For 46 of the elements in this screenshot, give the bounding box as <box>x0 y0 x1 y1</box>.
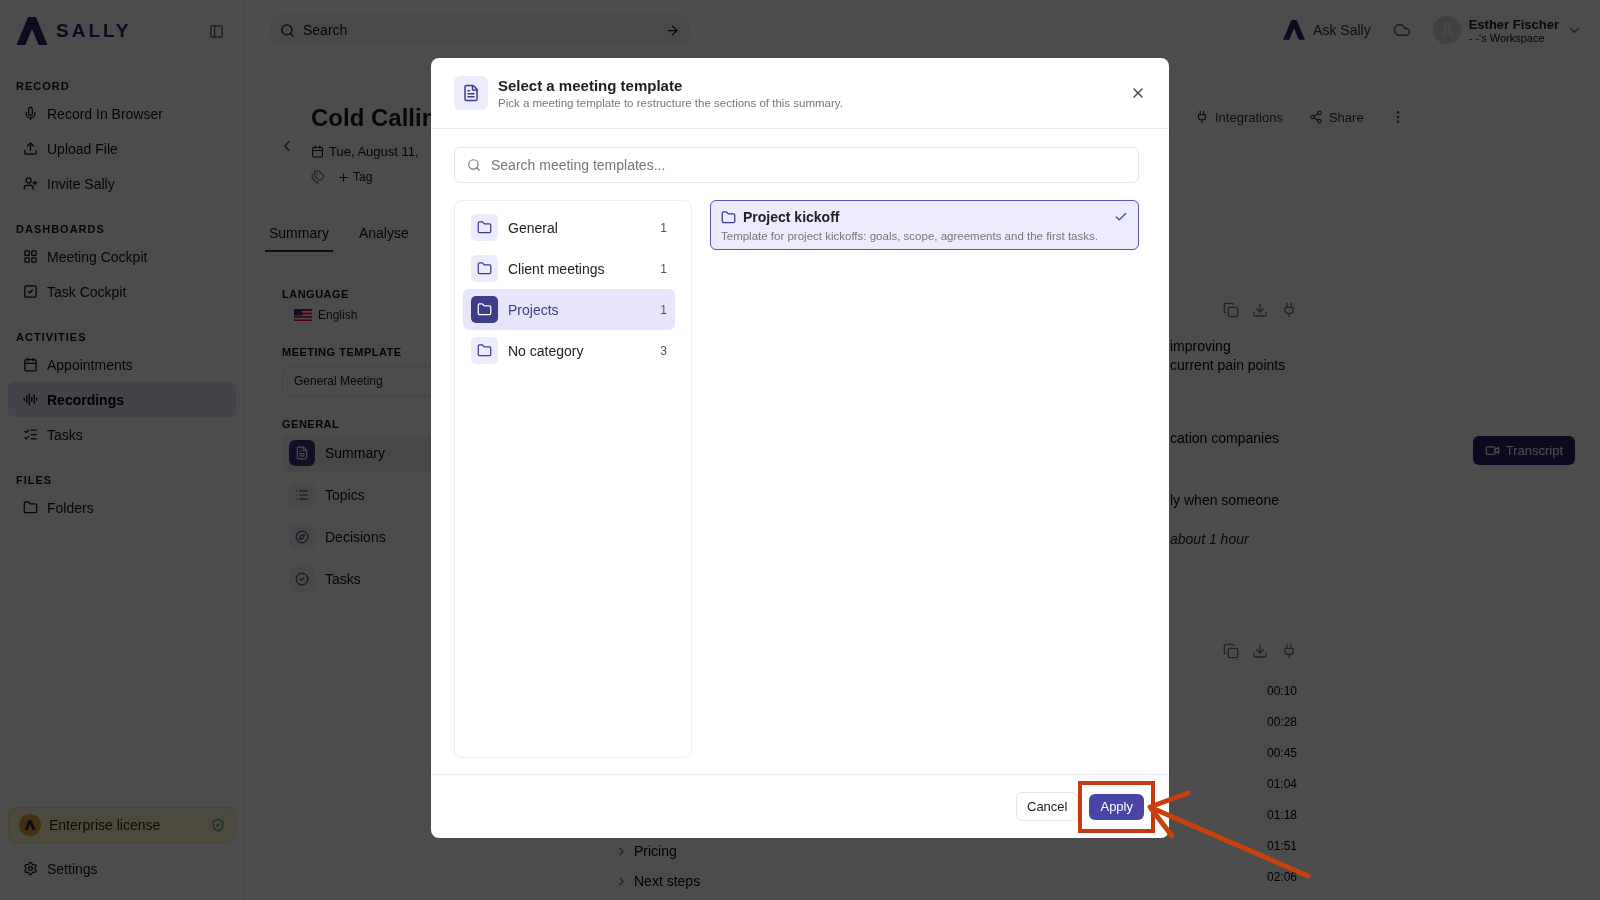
check-icon <box>1114 210 1128 224</box>
category-count: 1 <box>660 220 667 235</box>
license-label: Enterprise license <box>49 817 162 833</box>
category-count: 1 <box>660 261 667 276</box>
dialog-title: Select a meeting template <box>498 77 684 94</box>
category-item[interactable]: Client meetings 1 <box>463 248 675 289</box>
folder-icon <box>471 255 498 282</box>
language-value[interactable]: English <box>318 308 358 322</box>
search-icon <box>467 158 481 172</box>
field-label: GENERAL <box>282 418 340 430</box>
user-name: Esther Fischer <box>1468 16 1559 32</box>
field-label: LANGUAGE <box>282 288 349 300</box>
folder-icon <box>721 209 736 225</box>
category-name: Projects <box>508 301 560 318</box>
section-heading: FILES <box>16 474 53 486</box>
category-count: 3 <box>660 343 667 358</box>
summary-text: about 1 hour <box>1170 530 1250 549</box>
meeting-date: Tue, August 11, <box>329 143 419 159</box>
template-name: Project kickoff <box>743 209 841 225</box>
category-item[interactable]: Projects 1 <box>463 289 675 330</box>
summary-text: current pain points <box>1170 356 1287 375</box>
folder-icon <box>471 337 498 364</box>
template-search-field[interactable]: Search meeting templates... <box>454 147 1139 183</box>
category-name: Client meetings <box>508 260 606 277</box>
category-count: 1 <box>660 302 667 317</box>
workspace-name: - -'s Workspace <box>1468 31 1546 44</box>
section-heading: RECORD <box>16 80 70 92</box>
apply-button[interactable]: Apply <box>1089 793 1144 820</box>
logo-text: SALLY <box>56 20 132 42</box>
cancel-button[interactable]: Cancel <box>1016 792 1079 821</box>
folder-icon <box>471 296 498 323</box>
field-label: MEETING TEMPLATE <box>282 346 402 358</box>
category-item[interactable]: General 1 <box>463 207 675 248</box>
template-card[interactable]: Project kickoff Template for project kickoffs: goals, scope, agreements and the first tasks. <box>710 200 1139 250</box>
section-heading: DASHBOARDS <box>16 223 105 235</box>
section-heading: ACTIVITIES <box>16 331 87 343</box>
summary-text: improving <box>1170 337 1232 356</box>
dialog-subtitle: Pick a meeting template to restructure the sections of this summary. <box>498 97 844 109</box>
category-name: General <box>508 219 559 236</box>
document-icon <box>454 76 488 110</box>
summary-text: ly when someone <box>1170 491 1280 510</box>
folder-icon <box>471 214 498 241</box>
category-item[interactable]: No category 3 <box>463 330 675 371</box>
category-name: No category <box>508 342 585 359</box>
summary-text: cation companies <box>1170 429 1280 448</box>
template-description: Template for project kickoffs: goals, scope, agreements and the first tasks. <box>721 230 1099 242</box>
